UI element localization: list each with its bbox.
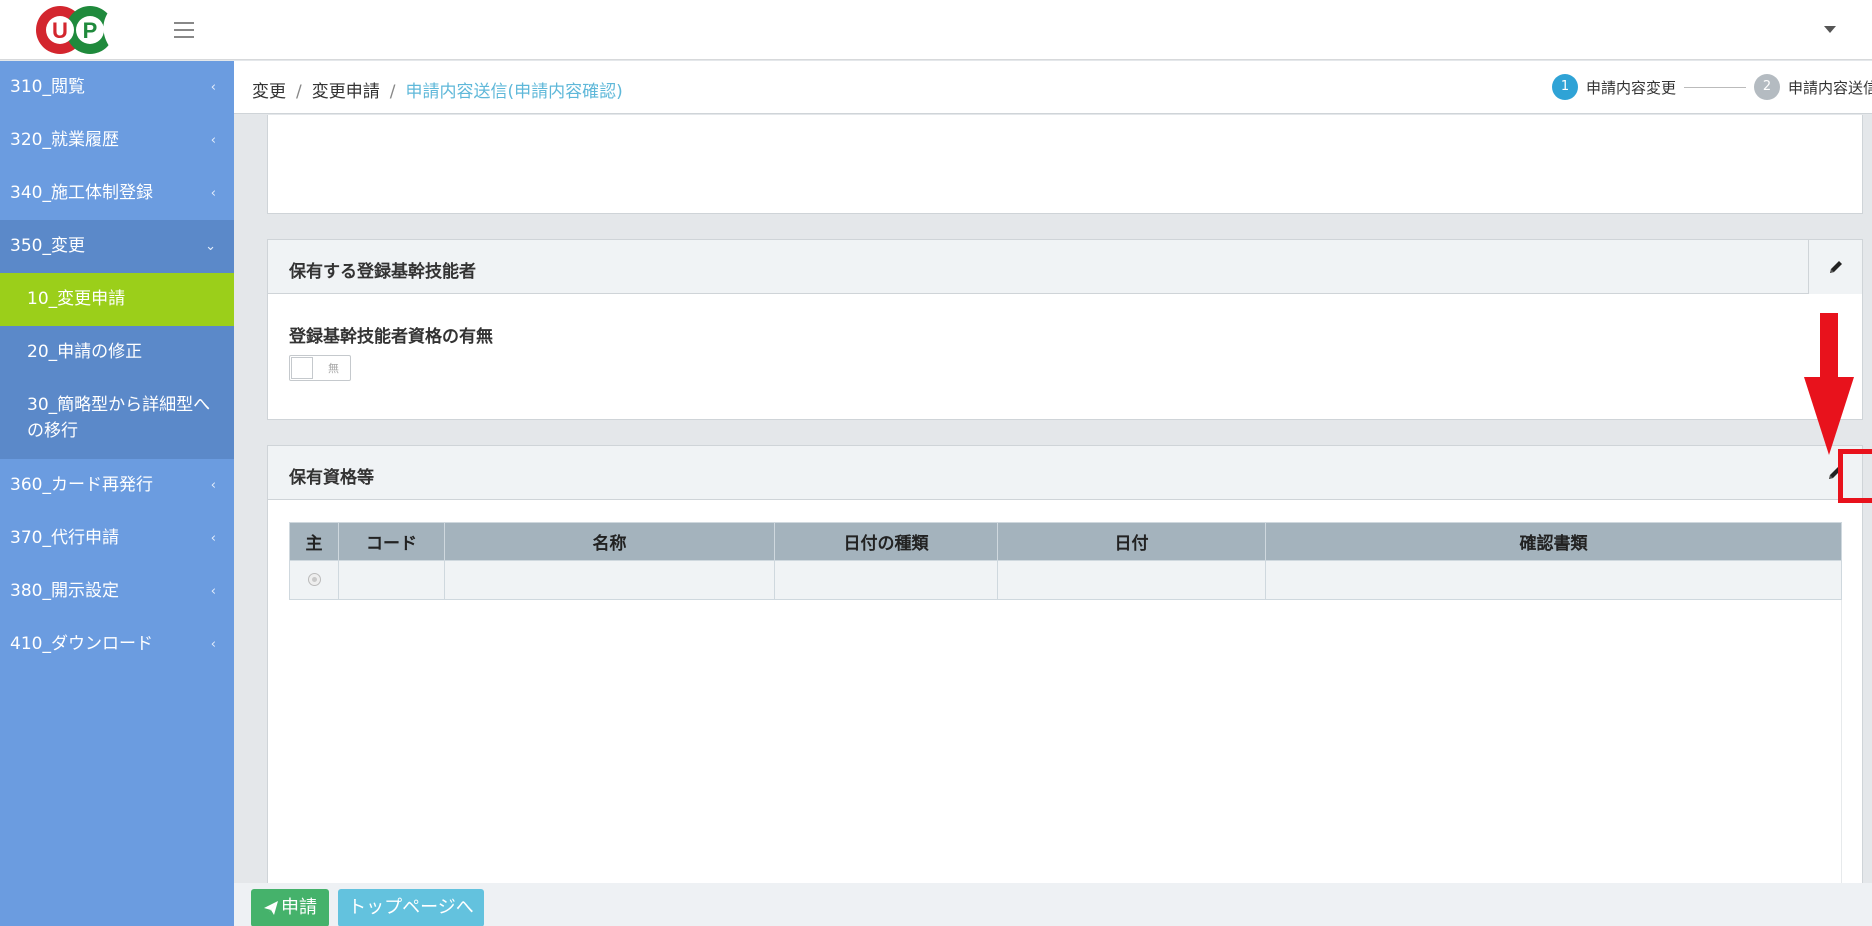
highlight-box-annotation: [1838, 449, 1872, 503]
sidebar-item-label: 410_ダウンロード: [10, 634, 153, 654]
top-header: U P: [0, 0, 1872, 60]
card-header: 保有する登録基幹技能者: [268, 240, 1862, 294]
primary-radio[interactable]: [307, 572, 321, 586]
card-title: 保有資格等: [289, 468, 374, 488]
chevron-left-icon: ‹: [210, 478, 216, 493]
footer-bar: 申請 トップページへ: [234, 883, 1872, 926]
engineer-qualification-toggle[interactable]: 無: [289, 355, 351, 381]
card-header: 保有資格等: [268, 446, 1862, 500]
logo: U P: [36, 6, 118, 54]
sidebar-item-350[interactable]: 350_変更 ⌄: [0, 220, 234, 273]
qualifications-section-card: 保有資格等 主 コード 名称 日付の種類 日付 確認書類: [267, 445, 1863, 883]
top-page-button[interactable]: トップページへ: [338, 889, 484, 926]
breadcrumb-separator: /: [389, 82, 396, 102]
breadcrumb: 変更 / 変更申請 / 申請内容送信(申請内容確認): [252, 77, 623, 102]
chevron-left-icon: ‹: [210, 637, 216, 652]
primary-cell: [289, 560, 339, 600]
qualifications-table: 主 コード 名称 日付の種類 日付 確認書類: [289, 522, 1842, 600]
sidebar-item-380[interactable]: 380_開示設定 ‹: [0, 565, 234, 618]
sidebar-item-label: 370_代行申請: [10, 528, 119, 548]
column-header-code: コード: [338, 522, 445, 561]
column-header-name: 名称: [444, 522, 775, 561]
table-cell: [774, 560, 998, 600]
chevron-left-icon: ‹: [210, 584, 216, 599]
logo-text-p: P: [83, 18, 98, 43]
chevron-left-icon: ‹: [210, 531, 216, 546]
sidebar-item-label: 340_施工体制登録: [10, 183, 153, 203]
column-header-date-type: 日付の種類: [774, 522, 998, 561]
chevron-left-icon: ‹: [210, 133, 216, 148]
sidebar-item-label: 350_変更: [10, 236, 85, 256]
chevron-left-icon: ‹: [210, 80, 216, 95]
red-arrow-annotation: [1804, 313, 1854, 455]
step-2: 2 申請内容送信: [1754, 74, 1872, 100]
sidebar-item-label: 320_就業履歴: [10, 130, 119, 150]
sidebar-submenu: 10_変更申請 20_申請の修正 30_簡略型から詳細型への移行: [0, 273, 234, 459]
apply-button-label: 申請: [281, 897, 317, 918]
sidebar-item-320[interactable]: 320_就業履歴 ‹: [0, 114, 234, 167]
table-cell: [444, 560, 775, 600]
table-empty-area: [289, 600, 1842, 883]
breadcrumb-bar: 変更 / 変更申請 / 申請内容送信(申請内容確認) 1 申請内容変更 2 申請内容送信: [234, 61, 1872, 114]
breadcrumb-separator: /: [296, 82, 302, 102]
previous-section-card: [267, 115, 1863, 214]
toggle-label: 無: [328, 362, 339, 375]
breadcrumb-item-change[interactable]: 変更: [252, 82, 286, 102]
column-header-date: 日付: [997, 522, 1266, 561]
chevron-down-icon: ⌄: [205, 239, 216, 254]
step-connector: [1684, 86, 1747, 88]
column-header-primary: 主: [289, 522, 339, 561]
sidebar-item-340[interactable]: 340_施工体制登録 ‹: [0, 167, 234, 220]
step-label: 申請内容送信: [1788, 78, 1872, 97]
hamburger-menu-icon[interactable]: [170, 18, 198, 44]
sidebar-subitem-migrate[interactable]: 30_簡略型から詳細型への移行: [0, 379, 234, 459]
sidebar-item-label: 310_閲覧: [10, 77, 85, 97]
engineer-qualification-label: 登録基幹技能者資格の有無: [289, 327, 493, 347]
table-cell: [338, 560, 445, 600]
user-menu-dropdown-icon[interactable]: [1824, 26, 1836, 33]
chevron-left-icon: ‹: [210, 186, 216, 201]
sidebar-item-370[interactable]: 370_代行申請 ‹: [0, 512, 234, 565]
card-title: 保有する登録基幹技能者: [289, 262, 476, 282]
sidebar-subitem-request-fix[interactable]: 20_申請の修正: [0, 326, 234, 379]
paper-plane-icon: [264, 901, 278, 915]
pencil-icon: [1829, 261, 1842, 273]
sidebar-item-label: 360_カード再発行: [10, 475, 153, 495]
breadcrumb-current: 申請内容送信(申請内容確認): [405, 82, 623, 102]
sidebar-item-label: 380_開示設定: [10, 581, 119, 601]
table-row: [289, 560, 1842, 600]
sidebar-item-310[interactable]: 310_閲覧 ‹: [0, 61, 234, 114]
logo-text-u: U: [52, 18, 68, 43]
sidebar-item-410[interactable]: 410_ダウンロード ‹: [0, 618, 234, 671]
apply-button[interactable]: 申請: [251, 889, 329, 926]
table-cell: [1265, 560, 1842, 600]
table-cell: [997, 560, 1266, 600]
breadcrumb-item-change-request[interactable]: 変更申請: [312, 82, 380, 102]
sidebar-subitem-change-request[interactable]: 10_変更申請: [0, 273, 234, 326]
column-header-documents: 確認書類: [1265, 522, 1842, 561]
step-number: 2: [1754, 74, 1781, 100]
table-header-row: 主 コード 名称 日付の種類 日付 確認書類: [289, 522, 1842, 561]
progress-stepper: 1 申請内容変更 2 申請内容送信: [1552, 74, 1872, 100]
step-label: 申請内容変更: [1586, 78, 1677, 97]
toggle-knob: [291, 357, 313, 379]
sidebar: 310_閲覧 ‹ 320_就業履歴 ‹ 340_施工体制登録 ‹ 350_変更 ⌄ 10…: [0, 61, 234, 926]
step-1: 1 申請内容変更: [1552, 74, 1676, 100]
engineer-section-card: 保有する登録基幹技能者 登録基幹技能者資格の有無 無: [267, 239, 1863, 420]
step-number: 1: [1552, 74, 1578, 100]
edit-engineer-button[interactable]: [1808, 240, 1862, 294]
main-content: 保有する登録基幹技能者 登録基幹技能者資格の有無 無 保有資格等 主 コード 名…: [234, 115, 1872, 883]
sidebar-item-360[interactable]: 360_カード再発行 ‹: [0, 459, 234, 512]
